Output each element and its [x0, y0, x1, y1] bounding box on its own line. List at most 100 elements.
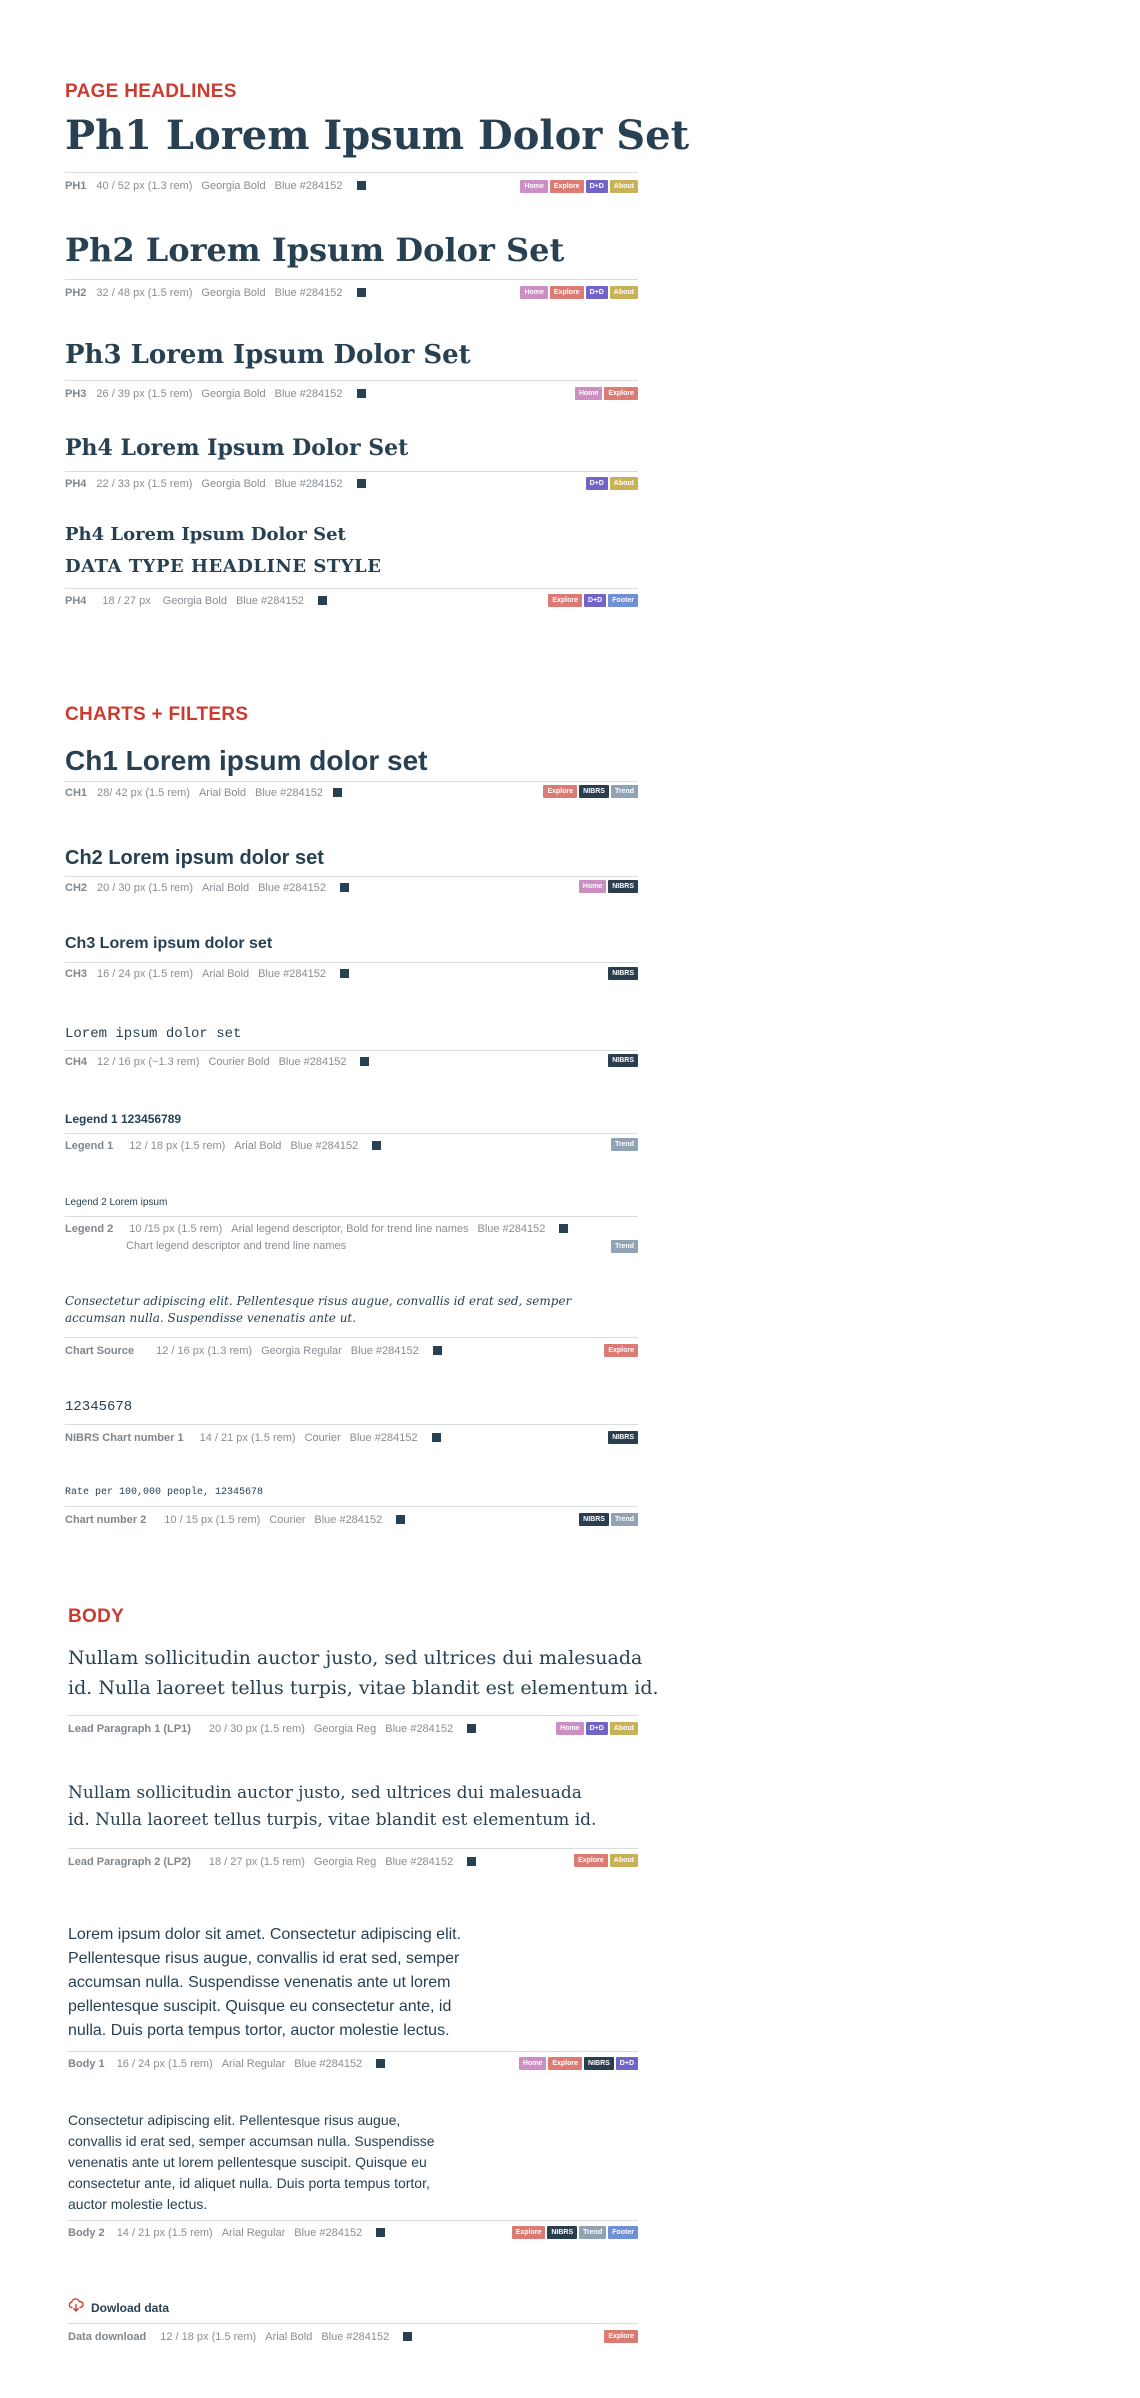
spec-font: Georgia Regular	[261, 1345, 342, 1357]
tag-group: Explore	[604, 2330, 638, 2343]
section-title-charts: CHARTS + FILTERS	[65, 704, 249, 725]
download-data-link[interactable]: Dowload data	[68, 2298, 169, 2317]
tag-nibrs: NIBRS	[608, 1431, 638, 1444]
body1-line: Lorem ipsum dolor sit amet. Consectetur …	[68, 1926, 462, 1943]
ph4-sample: Ph4 Lorem Ipsum Dolor Set	[65, 435, 409, 461]
spec-font: Arial Regular	[221, 2227, 286, 2239]
body1-line: nulla. Duis porta tempus tortor, auctor …	[68, 2022, 450, 2039]
color-swatch	[356, 389, 366, 398]
divider	[65, 1506, 638, 1507]
spec-font: Georgia Bold	[201, 388, 266, 400]
chart-number2-spec: Chart number 2 10 / 15 px (1.5 rem) Courie…	[65, 1513, 406, 1527]
ph4b-spec: PH4 18 / 27 px Georgia Bold Blue #284152	[65, 594, 327, 608]
spec-font: Georgia Bold	[201, 478, 266, 490]
tag-dd: D+D	[584, 594, 607, 607]
color-swatch	[403, 2332, 413, 2341]
tag-about: About	[609, 1854, 638, 1867]
spec-label: Body 2	[68, 2227, 105, 2239]
spec-color: Blue #284152	[385, 1856, 454, 1868]
tag-group: Explore About	[574, 1854, 638, 1867]
tag-group: NIBRS	[608, 1431, 638, 1444]
divider	[65, 1216, 638, 1217]
body2-spec: Body 2 14 / 21 px (1.5 rem) Arial Regular B…	[68, 2226, 386, 2240]
spec-label: NIBRS Chart number 1	[65, 1432, 184, 1444]
spec-size: 16 / 24 px (1.5 rem)	[97, 968, 194, 980]
spec-font: Georgia Bold	[162, 595, 227, 607]
tag-dd: D+D	[585, 180, 608, 193]
divider	[68, 2051, 638, 2052]
spec-color: Blue #284152	[349, 1432, 418, 1444]
ch3-sample: Ch3 Lorem ipsum dolor set	[65, 935, 273, 952]
tag-dd: D+D	[585, 286, 608, 299]
divider	[68, 1848, 638, 1849]
tag-group: Home Explore D+D About	[520, 180, 638, 193]
spec-label: PH1	[65, 180, 87, 192]
tag-home: Home	[556, 1722, 584, 1735]
tag-about: About	[609, 477, 638, 490]
tag-nibrs: NIBRS	[608, 1054, 638, 1067]
ch3-spec: CH3 16 / 24 px (1.5 rem) Arial Bold Blue #2…	[65, 967, 349, 981]
spec-size: 14 / 21 px (1.5 rem)	[199, 1432, 296, 1444]
spec-font: Courier Bold	[208, 1056, 270, 1068]
spec-size: 14 / 21 px (1.5 rem)	[116, 2227, 213, 2239]
divider	[65, 1050, 638, 1051]
ph1-spec: PH1 40 / 52 px (1.3 rem) Georgia Bold Blue …	[65, 179, 366, 193]
spec-size: 20 / 30 px (1.5 rem)	[97, 882, 194, 894]
body2-line: Consectetur adipiscing elit. Pellentesqu…	[68, 2112, 401, 2128]
spec-color: Blue #284152	[258, 882, 326, 894]
color-swatch	[332, 788, 342, 797]
tag-footer: Footer	[608, 2226, 638, 2239]
ph3-sample: Ph3 Lorem Ipsum Dolor Set	[65, 340, 471, 370]
spec-font: Courier	[304, 1432, 341, 1444]
tag-about: About	[609, 1722, 638, 1735]
color-swatch	[340, 883, 349, 892]
spec-size: 20 / 30 px (1.5 rem)	[208, 1723, 305, 1735]
body2-line: convallis id erat sed, semper accumsan n…	[68, 2133, 435, 2149]
tag-group: Explore D+D Footer	[548, 594, 638, 607]
body1-line: Pellentesque risus augue, convallis id e…	[68, 1950, 460, 1967]
spec-color: Blue #284152	[294, 2227, 363, 2239]
spec-font: Arial Bold	[202, 882, 250, 894]
tag-home: Home	[520, 180, 548, 193]
tag-explore: Explore	[511, 2226, 546, 2239]
spec-size: 26 / 39 px (1.5 rem)	[96, 388, 193, 400]
lp1-line: id. Nulla laoreet tellus turpis, vitae b…	[68, 1677, 659, 1699]
divider	[65, 588, 638, 589]
divider	[65, 781, 638, 782]
spec-color: Blue #284152	[274, 478, 343, 490]
spec-size: 12 / 16 px (~1.3 rem)	[97, 1056, 200, 1068]
lp2-line: id. Nulla laoreet tellus turpis, vitae b…	[68, 1810, 597, 1830]
tag-explore: Explore	[543, 785, 578, 798]
spec-label: CH4	[65, 1056, 88, 1068]
tag-nibrs: NIBRS	[547, 2226, 578, 2239]
tag-group: Explore	[604, 1344, 638, 1357]
chart-number1-sample: 12345678	[65, 1399, 133, 1415]
spec-font: Courier	[269, 1514, 306, 1526]
tag-group: Explore NIBRS Trend	[543, 785, 638, 798]
lp2-line: Nullam sollicitudin auctor justo, sed ul…	[68, 1783, 582, 1803]
spec-size: 18 / 27 px (1.5 rem)	[208, 1856, 305, 1868]
divider	[65, 1337, 638, 1338]
body1-line: pellentesque suscipit. Quisque eu consec…	[68, 1998, 452, 2015]
spec-size: 12 / 18 px (1.5 rem)	[160, 2331, 257, 2343]
ph3-spec: PH3 26 / 39 px (1.5 rem) Georgia Bold Blue …	[65, 387, 366, 401]
color-swatch	[360, 1057, 370, 1066]
tag-trend: Trend	[610, 785, 638, 798]
tag-nibrs: NIBRS	[584, 2057, 614, 2070]
spec-label: Chart number 2	[65, 1514, 147, 1526]
spec-font: Arial Bold	[234, 1140, 282, 1152]
section-title-body: BODY	[68, 1606, 125, 1627]
legend2-sample: Legend 2 Lorem ipsum	[65, 1197, 168, 1208]
tag-nibrs: NIBRS	[579, 1513, 609, 1526]
ch2-spec: CH2 20 / 30 px (1.5 rem) Arial Bold Blue #2…	[65, 881, 349, 895]
divider	[68, 2220, 638, 2221]
spec-font: Georgia Bold	[201, 180, 266, 192]
divider	[65, 279, 638, 280]
body1-spec: Body 1 16 / 24 px (1.5 rem) Arial Regular B…	[68, 2057, 386, 2071]
spec-color: Blue #284152	[274, 180, 343, 192]
spec-font: Arial Bold	[198, 787, 247, 799]
spec-label: PH4	[65, 478, 87, 490]
divider	[65, 1424, 638, 1425]
spec-color: Blue #284152	[255, 787, 323, 799]
divider	[65, 1133, 638, 1134]
